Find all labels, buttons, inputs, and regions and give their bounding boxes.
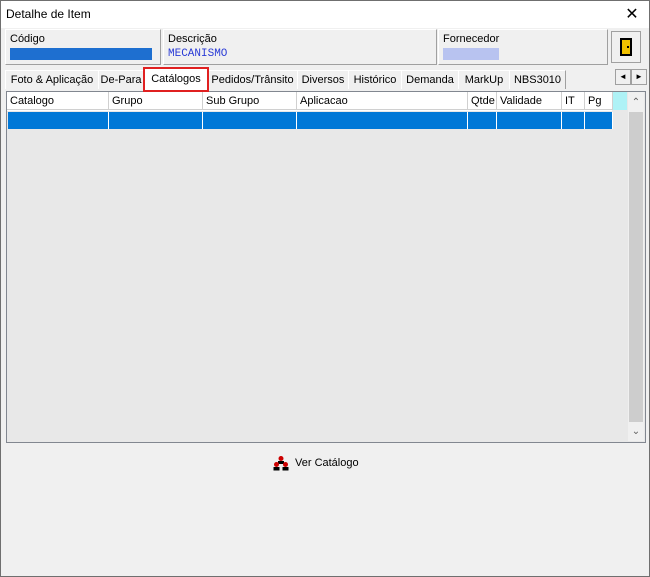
fornecedor-field: Fornecedor bbox=[438, 29, 608, 65]
col-sub-grupo[interactable]: Sub Grupo bbox=[203, 92, 297, 110]
descricao-label: Descrição bbox=[168, 33, 217, 45]
scroll-up-icon[interactable]: ⌃ bbox=[628, 94, 644, 111]
exit-door-icon bbox=[620, 38, 632, 56]
fornecedor-label: Fornecedor bbox=[443, 33, 500, 45]
scroll-thumb[interactable] bbox=[629, 112, 643, 422]
tab-markup[interactable]: MarkUp bbox=[458, 70, 510, 89]
tab-de-para[interactable]: De-Para bbox=[98, 70, 144, 89]
tab-historico[interactable]: Histórico bbox=[348, 70, 402, 89]
col-validade[interactable]: Validade bbox=[497, 92, 562, 110]
fornecedor-value[interactable] bbox=[443, 48, 499, 60]
tab-demanda[interactable]: Demanda bbox=[401, 70, 459, 89]
descricao-value[interactable]: MECANISMO bbox=[168, 48, 227, 60]
grid-header: Catalogo Grupo Sub Grupo Aplicacao Qtde … bbox=[7, 92, 613, 111]
row-cell bbox=[562, 112, 585, 129]
window-title: Detalhe de Item bbox=[6, 7, 91, 21]
row-cell bbox=[497, 112, 562, 129]
col-grupo[interactable]: Grupo bbox=[109, 92, 203, 110]
tab-scroll-left-icon[interactable]: ◄ bbox=[615, 69, 631, 85]
codigo-field: Código bbox=[5, 29, 161, 65]
title-bar: Detalhe de Item ✕ bbox=[1, 1, 649, 28]
people-icon bbox=[273, 456, 289, 471]
col-it[interactable]: IT bbox=[562, 92, 585, 110]
close-button[interactable]: ✕ bbox=[615, 1, 649, 28]
col-pg[interactable]: Pg bbox=[585, 92, 613, 110]
item-header: Código Descrição MECANISMO Fornecedor bbox=[5, 29, 645, 65]
tab-catalogos[interactable]: Catálogos bbox=[143, 67, 209, 92]
table-row[interactable] bbox=[8, 112, 613, 129]
tab-nbs3010[interactable]: NBS3010 bbox=[509, 70, 566, 89]
scroll-down-icon[interactable]: ⌄ bbox=[628, 423, 644, 440]
exit-button[interactable] bbox=[611, 31, 641, 63]
ver-catalogo-button[interactable]: Ver Catálogo bbox=[273, 453, 359, 473]
grid-corner bbox=[613, 92, 627, 110]
tab-pedidos-transito[interactable]: Pedidos/Trânsito bbox=[207, 70, 298, 89]
tab-foto-aplicacao[interactable]: Foto & Aplicação bbox=[5, 70, 99, 89]
row-cell bbox=[297, 112, 468, 129]
row-cell bbox=[8, 112, 109, 129]
descricao-field: Descrição MECANISMO bbox=[163, 29, 437, 65]
col-catalogo[interactable]: Catalogo bbox=[7, 92, 109, 110]
row-cell bbox=[203, 112, 297, 129]
tab-diversos[interactable]: Diversos bbox=[297, 70, 349, 89]
col-qtde[interactable]: Qtde bbox=[468, 92, 497, 110]
row-cell bbox=[585, 112, 613, 129]
tab-strip: Foto & Aplicação De-Para Catálogos Pedid… bbox=[5, 67, 605, 92]
detail-window: Detalhe de Item ✕ Código Descrição MECAN… bbox=[0, 0, 650, 577]
ver-catalogo-label: Ver Catálogo bbox=[295, 457, 359, 469]
row-cell bbox=[468, 112, 497, 129]
tab-scroll-right-icon[interactable]: ► bbox=[631, 69, 647, 85]
col-aplicacao[interactable]: Aplicacao bbox=[297, 92, 468, 110]
vertical-scrollbar[interactable]: ⌃ ⌄ bbox=[628, 92, 644, 441]
codigo-value[interactable] bbox=[10, 48, 152, 60]
catalog-grid[interactable]: Catalogo Grupo Sub Grupo Aplicacao Qtde … bbox=[6, 91, 646, 443]
codigo-label: Código bbox=[10, 33, 45, 45]
row-cell bbox=[109, 112, 203, 129]
